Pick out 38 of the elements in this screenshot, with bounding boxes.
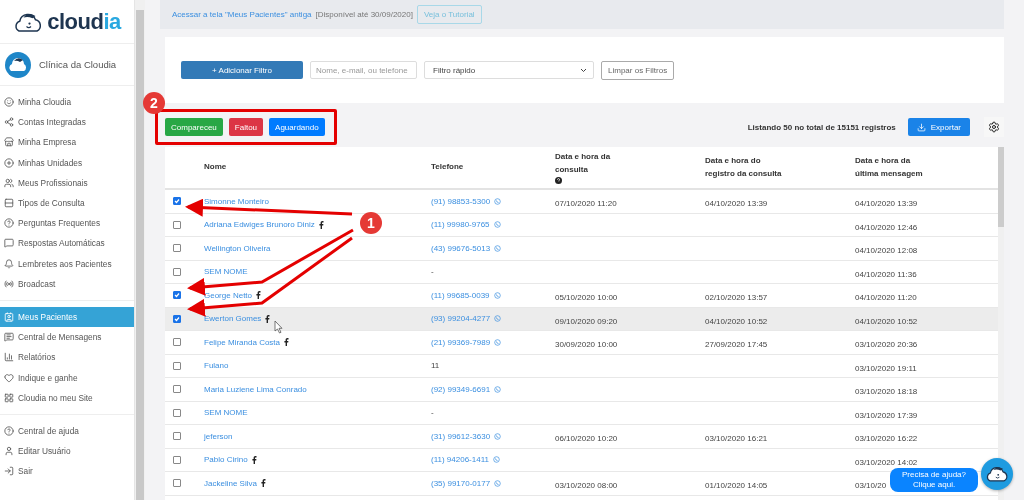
table-cell: 04/10/2020 12:46 — [855, 222, 918, 232]
column-header: Nome — [204, 161, 227, 174]
table-cell: 02/10/2020 13:57 — [705, 293, 768, 303]
table-cell: 04/10/2020 11:20 — [855, 293, 917, 303]
annotation-badge: 2 — [143, 92, 165, 114]
table-cell: 04/10/2020 10:52 — [855, 316, 918, 326]
record-count: Listando 50 no total de 15151 registros — [747, 122, 896, 132]
table-cell: 07/10/2020 11:20 — [555, 199, 617, 209]
table-cell: 04/10/2020 10:52 — [705, 316, 768, 326]
logo-text: cloudia — [47, 8, 121, 35]
column-header: Data e hora da consulta — [555, 151, 612, 176]
phone-text: - — [431, 267, 434, 277]
column-header: Data e hora da última mensagem — [855, 154, 924, 180]
table-cell: 03/10/2020 16:22 — [855, 434, 918, 444]
clinic-name: Clínica da Cloudia — [39, 59, 117, 70]
table-cell: 03/10/2020 14:02 — [855, 457, 918, 467]
table-cell: 01/10/2020 14:05 — [705, 481, 768, 491]
table-cell: 09/10/2020 09:20 — [555, 316, 618, 326]
column-header: Data e hora do registro da consulta — [705, 154, 783, 180]
table-cell: 27/09/2020 17:45 — [705, 340, 768, 350]
table-cell: 05/10/2020 10:00 — [555, 293, 618, 303]
table-cell: 03/10/2020 19:11 — [855, 363, 917, 373]
column-header: Telefone — [431, 161, 464, 174]
table-cell: 03/10/2020 16:21 — [705, 434, 768, 444]
table-cell: 03/10/2020 20:36 — [855, 340, 918, 350]
phone-text: - — [431, 408, 434, 418]
table-cell: 04/10/2020 13:39 — [855, 199, 918, 209]
phone-text: 11 — [431, 361, 440, 371]
table-cell: 30/09/2020 10:00 — [555, 340, 618, 350]
table-cell: 04/10/2020 11:36 — [855, 269, 917, 279]
table-cell: 03/10/2020 18:18 — [855, 387, 918, 397]
table-cell: 03/10/20 — [855, 481, 887, 491]
table-cell: 04/10/2020 13:39 — [705, 199, 768, 209]
table-cell: 06/10/2020 10:20 — [555, 434, 618, 444]
table-cell: 03/10/2020 08:00 — [555, 481, 618, 491]
availability-note: [Disponível até 30/09/2020] — [315, 10, 413, 19]
table-cell: 04/10/2020 12:08 — [855, 246, 918, 256]
table-cell: 03/10/2020 17:39 — [855, 410, 918, 420]
